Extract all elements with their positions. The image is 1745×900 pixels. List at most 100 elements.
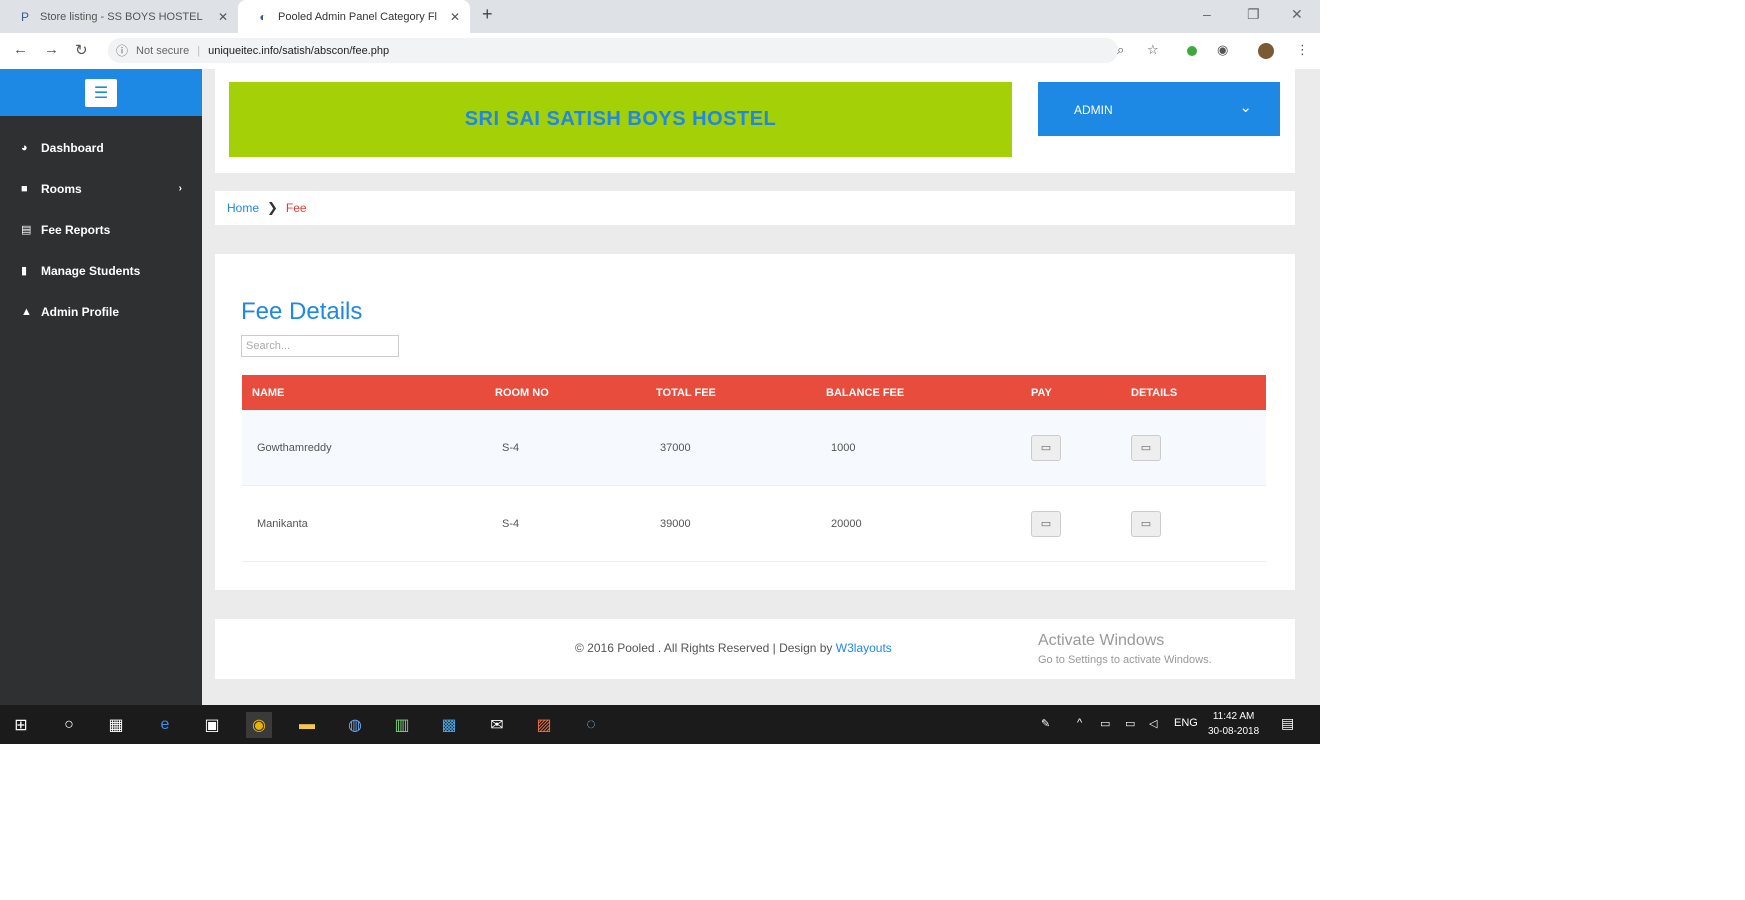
watermark-title: Activate Windows [1038,632,1165,649]
designer-link[interactable]: W3layouts [836,641,892,655]
admin-label: ADMIN [1074,103,1113,117]
student-name: Manikanta [257,517,308,530]
browser-tab-active[interactable]: ◐ Pooled Admin Panel Category Fl ✕ [238,0,470,33]
forward-icon[interactable]: → [44,41,59,58]
clock-date: 30-08-2018 [1208,726,1260,737]
student-name: Gowthamreddy [257,441,332,454]
room-number: S-4 [502,517,520,530]
total-fee: 39000 [660,517,691,530]
mail-icon[interactable]: ✉ [484,712,510,738]
admin-dropdown[interactable]: ADMIN ⌄ [1038,82,1280,136]
extension-icon[interactable] [1187,46,1197,56]
network-app-icon[interactable]: ◌ [578,712,604,738]
breadcrumb-home-link[interactable]: Home [227,201,259,215]
tab-close-icon[interactable]: ✕ [448,10,462,24]
address-divider: | [197,44,201,57]
sidebar-item-label: Fee Reports [41,222,111,237]
column-header-details: DETAILS [1131,386,1178,399]
page-title: Fee Details [241,298,363,325]
sidebar: ☰ ◕ Dashboard ■ Rooms › ▤ Fee Reports ▮ … [0,69,202,705]
extension-globe-icon[interactable]: ◉ [1217,42,1228,58]
windows-taskbar: ⊞ ○ ▦ e ▣ ◉ ▬ ◍ ▥ ▩ ✉ ▨ ◌ ✎ ^ ▭ ▭ ◁ ENG … [0,705,1320,744]
info-icon[interactable]: ⓘ [116,42,128,59]
minimize-icon[interactable]: – [1203,6,1211,22]
zoom-icon[interactable]: ⌕ [1117,42,1124,58]
breadcrumb-current: Fee [285,201,307,215]
dashboard-icon: ◕ [21,141,28,154]
app-icon[interactable]: ▩ [436,712,462,738]
window-close-icon[interactable]: ✕ [1291,6,1303,23]
volume-icon[interactable]: ◁ [1149,717,1157,730]
language-indicator[interactable]: ENG [1174,717,1198,729]
screen: P Store listing - SS BOYS HOSTEL ✕ ◐ Poo… [0,0,1320,744]
column-header-room: ROOM NO [495,386,549,399]
footer: © 2016 Pooled . All Rights Reserved | De… [215,619,1295,679]
search-icon[interactable]: ○ [56,712,82,738]
chevron-right-icon: › [178,183,182,194]
hostel-banner: SRI SAI SATISH BOYS HOSTEL [229,82,1012,157]
file-icon: ▮ [21,265,28,277]
office-icon[interactable]: ▨ [531,712,557,738]
pay-button-icon[interactable]: ▭ [1031,434,1061,461]
new-tab-button[interactable]: + [482,4,493,25]
store-icon[interactable]: ▣ [199,712,225,738]
task-view-icon[interactable]: ▦ [103,712,129,738]
sidebar-item-label: Rooms [41,181,82,196]
tray-chevron-up-icon[interactable]: ^ [1077,717,1082,729]
battery-icon[interactable]: ▭ [1100,717,1110,730]
tray-pen-icon[interactable]: ✎ [1041,717,1050,730]
teamviewer-icon[interactable]: ◍ [342,712,368,738]
content-area: SRI SAI SATISH BOYS HOSTEL ADMIN ⌄ Home … [202,69,1320,705]
clock-time: 11:42 AM [1212,711,1255,722]
chevron-down-icon: ⌄ [1239,99,1252,116]
profile-avatar[interactable] [1258,43,1274,59]
tab-title: Pooled Admin Panel Category Fl [278,10,437,23]
sidebar-item-manage-students[interactable]: ▮ Manage Students [0,250,202,291]
details-button-icon[interactable]: ▭ [1131,434,1161,461]
folder-icon: ■ [21,182,28,195]
sidebar-item-fee-reports[interactable]: ▤ Fee Reports [0,209,202,250]
back-icon[interactable]: ← [13,41,28,58]
chrome-menu-icon[interactable]: ⋮ [1296,42,1309,58]
notification-icon[interactable]: ▤ [1281,715,1294,732]
balance-fee: 20000 [831,517,862,530]
notepad-icon[interactable]: ▥ [389,712,415,738]
fee-details-panel: Fee Details NAME ROOM NO TOTAL FEE BALAN… [215,254,1295,590]
taskbar-clock[interactable]: 11:42 AM 30-08-2018 [1208,709,1259,739]
restore-icon[interactable]: ❐ [1247,6,1260,23]
pay-button-icon[interactable]: ▭ [1031,510,1061,537]
column-header-name: NAME [252,386,285,399]
reload-icon[interactable]: ↻ [75,41,88,59]
windows-start-icon[interactable]: ⊞ [8,712,34,738]
edge-browser-icon[interactable]: e [152,712,178,738]
browser-tab-inactive[interactable]: P Store listing - SS BOYS HOSTEL ✕ [0,0,238,33]
details-button-icon[interactable]: ▭ [1131,510,1161,537]
hostel-name: SRI SAI SATISH BOYS HOSTEL [464,108,777,130]
breadcrumb-separator-icon: ❯ [267,200,278,215]
network-icon[interactable]: ▭ [1125,717,1135,730]
copyright-text: © 2016 Pooled . All Rights Reserved | De… [575,641,892,655]
table-row: Manikanta S-4 39000 20000 ▭ ▭ [242,486,1266,562]
sidebar-item-admin-profile[interactable]: ▲ Admin Profile [0,291,202,332]
column-header-balance-fee: BALANCE FEE [826,386,905,399]
hamburger-menu-icon[interactable]: ☰ [85,78,117,107]
sidebar-item-label: Admin Profile [41,304,120,319]
copyright-label: © 2016 Pooled . All Rights Reserved | De… [575,641,833,655]
tab-favicon-icon: ◐ [259,9,267,24]
sidebar-item-dashboard[interactable]: ◕ Dashboard [0,127,202,168]
chrome-icon[interactable]: ◉ [246,712,272,738]
watermark-subtitle: Go to Settings to activate Windows. [1038,654,1212,666]
search-input[interactable] [241,335,399,357]
activate-windows-watermark: Activate Windows Go to Settings to activ… [1038,632,1212,666]
balance-fee: 1000 [831,441,856,454]
sidebar-item-rooms[interactable]: ■ Rooms › [0,168,202,209]
tab-favicon-icon: P [20,9,29,24]
tab-close-icon[interactable]: ✕ [216,10,230,24]
user-icon: ▲ [21,305,32,318]
header-panel: SRI SAI SATISH BOYS HOSTEL ADMIN ⌄ [215,69,1295,173]
file-explorer-icon[interactable]: ▬ [294,712,320,738]
bookmark-star-icon[interactable]: ☆ [1147,42,1159,58]
address-bar[interactable]: ⓘ Not secure | uniqueitec.info/satish/ab… [108,38,1118,63]
security-label: Not secure [136,44,190,57]
browser-tabstrip: P Store listing - SS BOYS HOSTEL ✕ ◐ Poo… [0,0,1320,33]
